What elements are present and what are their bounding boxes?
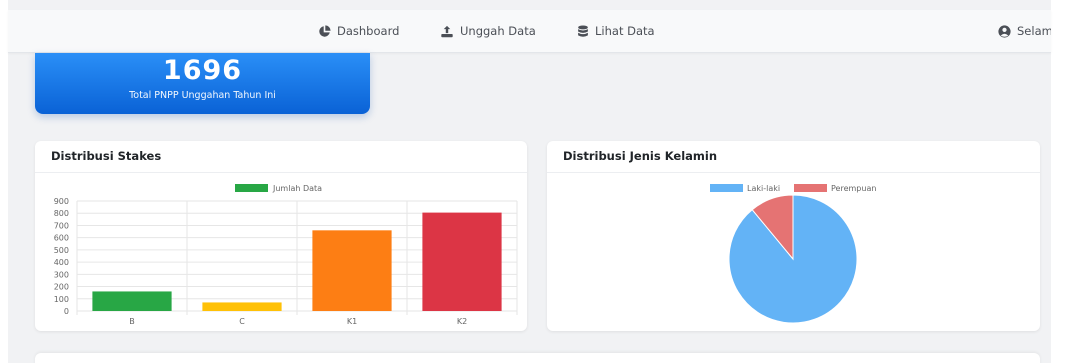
y-tick-label-1: 100: [54, 295, 69, 304]
top-navbar: Dashboard Unggah Data Lihat Data Selamat: [8, 10, 1051, 53]
legend-swatch-laki-laki: [710, 184, 743, 192]
gender-card-title: Distribusi Jenis Kelamin: [547, 141, 1040, 173]
user-circle-icon: [998, 24, 1011, 38]
legend-swatch-jumlah-data: [235, 184, 268, 192]
pie-chart-icon: [318, 24, 331, 38]
y-tick-label-2: 200: [54, 283, 69, 292]
nav-dashboard-label: Dashboard: [337, 24, 400, 38]
stakes-bar-chart: 0 100 200 300 400 500 600 700 800 900 B C K1 K2 Jumlah…: [54, 184, 518, 326]
stakes-card: Distribusi Stakes 0 100 200 300 400 500 600 700…: [35, 141, 527, 331]
nav-user-menu[interactable]: Selamat: [998, 24, 1051, 38]
nav-unggah-data-label: Unggah Data: [460, 24, 536, 38]
x-tick-label-c: C: [239, 317, 245, 326]
y-tick-label-5: 500: [54, 246, 69, 255]
bar-c: [202, 302, 282, 311]
nav-dashboard[interactable]: Dashboard: [318, 24, 399, 38]
y-tick-label-9: 900: [54, 197, 69, 206]
nav-lihat-data[interactable]: Lihat Data: [577, 24, 655, 38]
total-pnpp-value: 1696: [162, 55, 243, 86]
page-frame-left: [0, 0, 8, 363]
gender-pie-chart: Laki-laki Perempuan: [710, 184, 876, 324]
y-tick-label-0: 0: [64, 307, 69, 316]
legend-label-laki-laki: Laki-laki: [747, 184, 780, 193]
database-icon: [577, 24, 589, 38]
upload-icon: [440, 25, 454, 38]
x-tick-label-k2: K2: [457, 317, 467, 326]
bar-k1: [312, 230, 392, 311]
nav-lihat-data-label: Lihat Data: [595, 24, 655, 38]
legend-label-perempuan: Perempuan: [831, 184, 876, 193]
x-tick-label-k1: K1: [347, 317, 357, 326]
next-card: [35, 353, 1040, 363]
y-tick-label-6: 600: [54, 234, 69, 243]
total-pnpp-label: Total PNPP Unggahan Tahun Ini: [129, 90, 276, 101]
y-tick-label-8: 800: [54, 209, 69, 218]
bar-k2: [422, 212, 502, 311]
nav-user-label: Selamat: [1017, 24, 1051, 38]
stakes-card-title: Distribusi Stakes: [35, 141, 527, 173]
legend-label-jumlah-data: Jumlah Data: [272, 184, 322, 193]
x-tick-label-b: B: [129, 317, 135, 326]
y-tick-label-3: 300: [54, 270, 69, 279]
total-pnpp-card: 1696 Total PNPP Unggahan Tahun Ini: [35, 53, 370, 114]
page-frame-right: [1051, 0, 1065, 363]
y-tick-label-4: 400: [54, 258, 69, 267]
nav-unggah-data[interactable]: Unggah Data: [440, 24, 536, 38]
gender-card: Distribusi Jenis Kelamin Laki-laki Peremp…: [547, 141, 1040, 331]
y-tick-label-7: 700: [54, 221, 69, 230]
bar-b: [92, 291, 172, 311]
legend-swatch-perempuan: [794, 184, 827, 192]
